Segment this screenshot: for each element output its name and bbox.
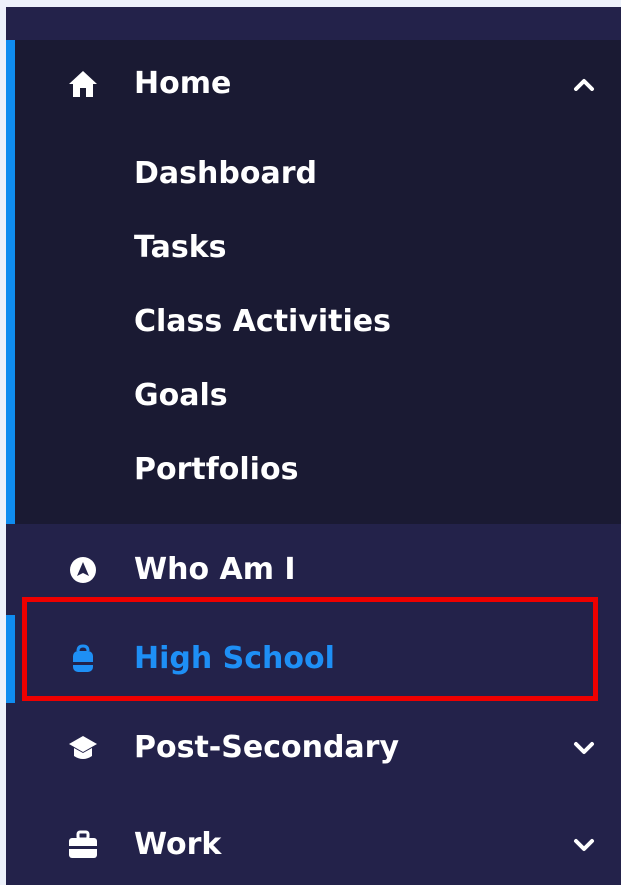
nav-item-post-secondary-label: Post-Secondary bbox=[134, 730, 400, 765]
page: Home Dashboard Tasks Class Activities Go… bbox=[0, 0, 621, 885]
chevron-down-icon[interactable] bbox=[572, 835, 596, 855]
submenu-item-portfolios[interactable]: Portfolios bbox=[134, 450, 298, 490]
compass-icon bbox=[68, 555, 98, 585]
chevron-up-icon[interactable] bbox=[572, 74, 596, 94]
highlight-box bbox=[22, 597, 598, 701]
graduation-cap-icon bbox=[68, 733, 98, 763]
chevron-down-icon[interactable] bbox=[572, 738, 596, 758]
home-icon bbox=[68, 69, 98, 99]
sidebar-nav: Home Dashboard Tasks Class Activities Go… bbox=[6, 7, 621, 885]
nav-item-home-label: Home bbox=[134, 66, 232, 101]
nav-item-work-label: Work bbox=[134, 827, 222, 862]
nav-item-home[interactable]: Home bbox=[6, 49, 621, 119]
nav-item-post-secondary[interactable]: Post-Secondary bbox=[6, 713, 621, 783]
briefcase-icon bbox=[68, 830, 98, 860]
submenu-item-class-activities[interactable]: Class Activities bbox=[134, 302, 391, 342]
nav-item-work[interactable]: Work bbox=[6, 810, 621, 880]
nav-item-who-am-i[interactable]: Who Am I bbox=[6, 534, 621, 604]
submenu-item-goals[interactable]: Goals bbox=[134, 376, 228, 416]
submenu-item-dashboard[interactable]: Dashboard bbox=[134, 154, 317, 194]
submenu-item-tasks[interactable]: Tasks bbox=[134, 228, 227, 268]
nav-item-who-am-i-label: Who Am I bbox=[134, 552, 296, 587]
